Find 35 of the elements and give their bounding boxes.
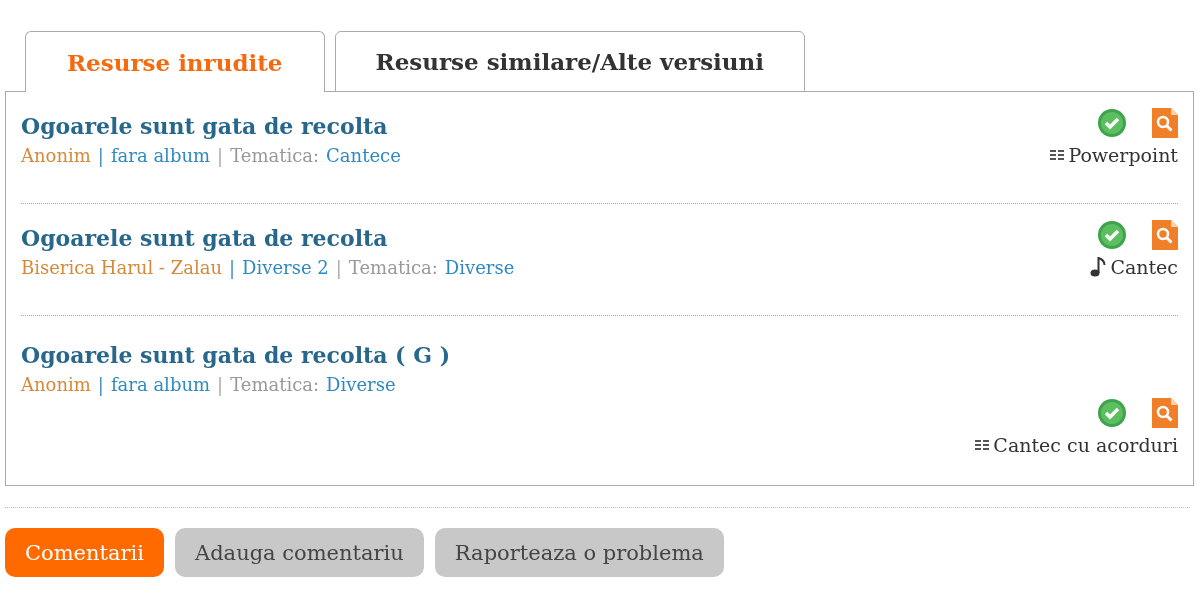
theme-link[interactable]: Diverse — [326, 374, 396, 395]
author-link[interactable]: Anonim — [21, 145, 91, 166]
music-note-icon — [1090, 257, 1107, 277]
theme-label: Tematica: — [348, 257, 438, 278]
separator: | — [97, 145, 104, 166]
search-document-icon[interactable] — [1152, 220, 1178, 250]
tab[interactable]: Resurse inrudite — [25, 31, 325, 92]
tab-button[interactable]: Raporteaza o problema — [434, 528, 724, 577]
list-icon — [1050, 148, 1065, 162]
separator: | — [229, 257, 236, 278]
theme-label: Tematica: — [230, 374, 320, 395]
resource-type: Cantec cu acorduri — [993, 434, 1178, 456]
album-link[interactable]: fara album — [110, 374, 211, 395]
tab-button[interactable]: Comentarii — [5, 528, 164, 577]
author-link[interactable]: Biserica Harul - Zalau — [21, 257, 222, 278]
resource-type: Powerpoint — [1068, 144, 1178, 166]
album-link[interactable]: fara album — [110, 145, 211, 166]
resource-title[interactable]: Ogoarele sunt gata de recolta — [21, 113, 401, 139]
theme-link[interactable]: Diverse — [444, 257, 515, 278]
separator: | — [217, 374, 224, 395]
album-link[interactable]: Diverse 2 — [242, 257, 329, 278]
resource-title[interactable]: Ogoarele sunt gata de recolta — [21, 225, 515, 251]
tab[interactable]: Resurse similare/Alte versiuni — [334, 31, 806, 92]
separator: | — [217, 145, 224, 166]
theme-link[interactable]: Cantece — [326, 145, 401, 166]
theme-label: Tematica: — [230, 145, 320, 166]
separator: | — [97, 374, 104, 395]
tab-button[interactable]: Adauga comentariu — [175, 528, 424, 577]
check-icon[interactable] — [1097, 220, 1127, 250]
author-link[interactable]: Anonim — [21, 374, 91, 395]
separator: | — [335, 257, 342, 278]
check-icon[interactable] — [1097, 108, 1127, 138]
resource-type: Cantec — [1110, 256, 1178, 278]
resource-title[interactable]: Ogoarele sunt gata de recolta ( G ) — [21, 342, 451, 368]
search-document-icon[interactable] — [1152, 108, 1178, 138]
